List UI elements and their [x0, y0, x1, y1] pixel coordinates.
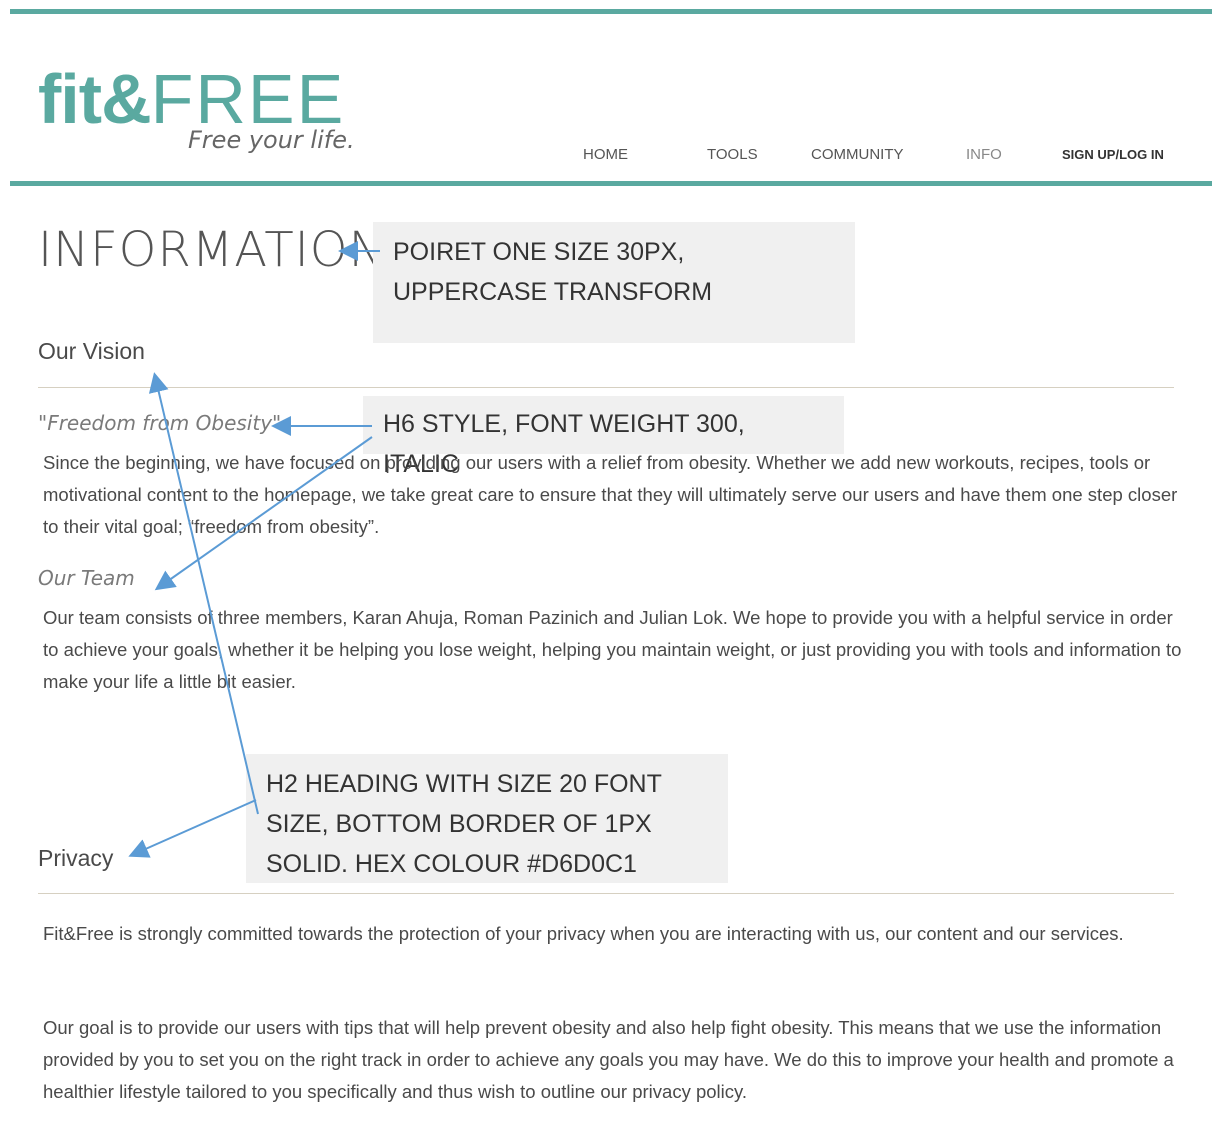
heading-divider — [38, 893, 1174, 894]
heading-privacy: Privacy — [38, 845, 114, 871]
annotation-h2-note: H2 heading with size 20 font size, botto… — [246, 754, 728, 883]
header-divider-bar — [10, 181, 1212, 186]
arrow-to-privacy — [128, 799, 257, 858]
annotation-arrows — [128, 241, 380, 858]
heading-divider — [38, 387, 1174, 388]
page-title: INFORMATION — [38, 222, 386, 278]
annotation-h6-note: H6 style, font weight 300, italic — [363, 396, 844, 478]
nav-community[interactable]: COMMUNITY — [811, 146, 904, 163]
site-logo[interactable]: fit&FREE Free your life. — [38, 60, 355, 154]
top-accent-bar — [10, 9, 1212, 14]
arrow-to-our-vision — [148, 372, 259, 815]
vision-paragraph: Since the beginning, we have focused on … — [43, 452, 1178, 537]
heading-our-team: Our Team — [38, 566, 135, 590]
team-paragraph: Our team consists of three members, Kara… — [43, 607, 1182, 692]
annotation-title-note: Poiret One size 30px, uppercase transfor… — [373, 222, 855, 343]
quote-freedom-from-obesity: "Freedom from Obesity" — [38, 411, 282, 435]
nav-signup-login[interactable]: SIGN UP/LOG IN — [1062, 147, 1164, 162]
nav-info[interactable]: INFO — [966, 146, 1002, 163]
privacy-paragraph-2: Our goal is to provide our users with ti… — [43, 1017, 1174, 1102]
logo-wordmark: fit&FREE — [38, 60, 346, 138]
logo-tagline: Free your life. — [188, 126, 355, 154]
nav-home[interactable]: HOME — [583, 146, 628, 163]
privacy-paragraph-1: Fit&Free is strongly committed towards t… — [43, 923, 1124, 944]
nav-tools[interactable]: TOOLS — [707, 146, 758, 163]
heading-our-vision: Our Vision — [38, 338, 145, 364]
